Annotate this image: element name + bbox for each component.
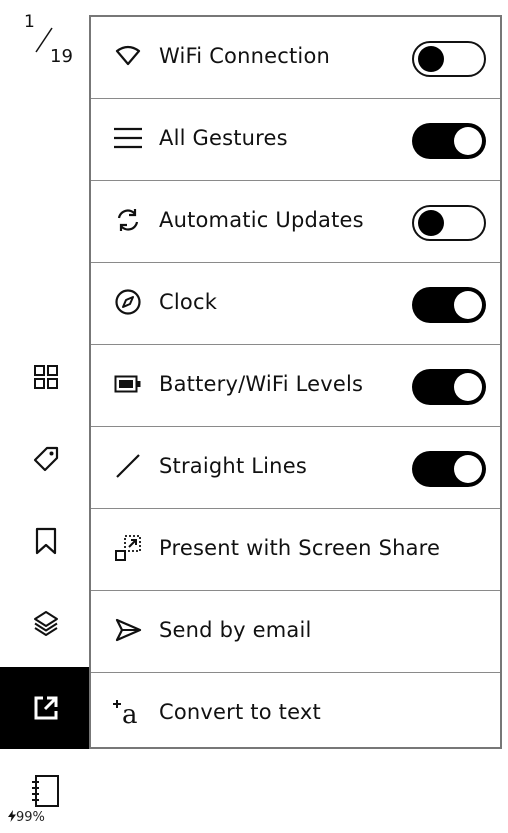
menu-item-wifi-connection[interactable]: WiFi Connection bbox=[91, 17, 500, 99]
menu-item-label: WiFi Connection bbox=[159, 44, 331, 68]
menu-item-send-by-email[interactable]: Send by email bbox=[91, 591, 500, 673]
sync-icon bbox=[111, 203, 145, 237]
clock-toggle[interactable] bbox=[412, 287, 486, 323]
device-status: 99% bbox=[0, 760, 91, 833]
straight-lines-toggle[interactable] bbox=[412, 451, 486, 487]
menu-item-label: Send by email bbox=[159, 618, 312, 642]
tag-icon bbox=[33, 446, 58, 472]
page-total: 19 bbox=[50, 46, 73, 67]
menu-item-label: Clock bbox=[159, 290, 218, 314]
battery-percent: 99% bbox=[16, 810, 45, 825]
toggle-knob bbox=[454, 291, 482, 319]
menu-item-all-gestures[interactable]: All Gestures bbox=[91, 99, 500, 181]
menu-item-label: All Gestures bbox=[159, 126, 288, 150]
send-icon bbox=[111, 613, 145, 647]
svg-text:a: a bbox=[122, 700, 138, 728]
toggle-knob bbox=[418, 46, 444, 72]
levels-toggle[interactable] bbox=[412, 369, 486, 405]
menu-item-label: Present with Screen Share bbox=[159, 536, 441, 560]
convert-text-icon: a bbox=[111, 695, 145, 729]
menu-item-present-screen-share[interactable]: Present with Screen Share bbox=[91, 509, 500, 591]
menu-item-automatic-updates[interactable]: Automatic Updates bbox=[91, 181, 500, 263]
toggle-knob bbox=[418, 210, 444, 236]
tags-button[interactable] bbox=[0, 418, 91, 500]
menu-item-label: Battery/WiFi Levels bbox=[159, 372, 364, 396]
grid-view-button[interactable] bbox=[0, 336, 91, 418]
charging-icon bbox=[8, 810, 16, 822]
compass-icon bbox=[111, 285, 145, 319]
updates-toggle[interactable] bbox=[412, 205, 486, 241]
menu-item-label: Convert to text bbox=[159, 700, 321, 724]
toggle-knob bbox=[454, 455, 482, 483]
bookmarks-button[interactable] bbox=[0, 500, 91, 582]
menu-item-label: Automatic Updates bbox=[159, 208, 364, 232]
notebook-icon[interactable] bbox=[28, 774, 62, 810]
battery-level: 99% bbox=[8, 810, 45, 825]
toggle-knob bbox=[454, 127, 482, 155]
menu-item-battery-wifi-levels[interactable]: Battery/WiFi Levels bbox=[91, 345, 500, 427]
menu-item-straight-lines[interactable]: Straight Lines bbox=[91, 427, 500, 509]
toggle-knob bbox=[454, 373, 482, 401]
menu-item-convert-to-text[interactable]: a Convert to text bbox=[91, 673, 500, 755]
grid-icon bbox=[33, 365, 58, 389]
line-icon bbox=[111, 449, 145, 483]
menu-item-label: Straight Lines bbox=[159, 454, 307, 478]
sidebar: 1 19 99% bbox=[0, 0, 91, 833]
layers-button[interactable] bbox=[0, 582, 91, 664]
bookmark-icon bbox=[35, 527, 56, 555]
wifi-toggle[interactable] bbox=[412, 41, 486, 77]
battery-icon bbox=[111, 367, 145, 401]
gestures-toggle[interactable] bbox=[412, 123, 486, 159]
screen-share-icon bbox=[111, 531, 145, 565]
menu-item-clock[interactable]: Clock bbox=[91, 263, 500, 345]
page-counter: 1 19 bbox=[22, 12, 82, 72]
wifi-icon bbox=[111, 39, 145, 73]
export-icon bbox=[34, 696, 57, 720]
layers-icon bbox=[33, 611, 58, 636]
menu-lines-icon bbox=[111, 121, 145, 155]
export-button[interactable] bbox=[0, 667, 91, 749]
options-menu: WiFi Connection All Gestures Automatic U… bbox=[89, 15, 502, 749]
